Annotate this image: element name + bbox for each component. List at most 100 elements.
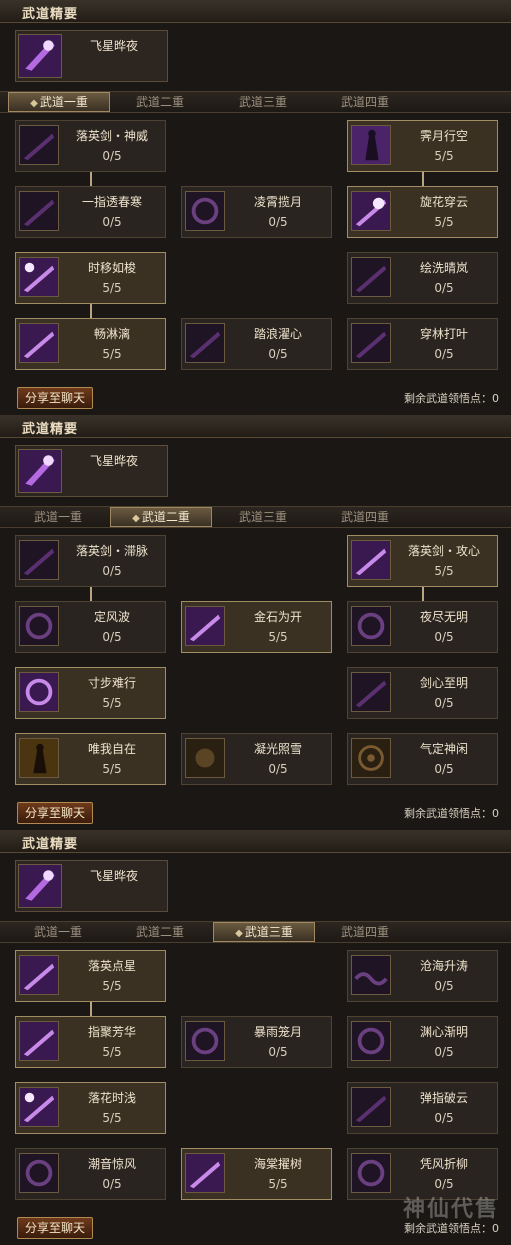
tab-wudao-3[interactable]: ◆ 武道三重 (213, 922, 315, 942)
skill-card[interactable]: 落英点星 5/5 (15, 950, 166, 1002)
tab-wudao-1[interactable]: 武道一重 (8, 508, 108, 526)
skill-connector (90, 586, 92, 601)
glow-icon (185, 738, 225, 778)
night-star-icon (18, 449, 62, 493)
tab-bar: ◆ 武道一重 武道二重 武道三重 武道四重 (0, 91, 511, 113)
swirl-icon (19, 1153, 59, 1193)
figure-silhouette-icon (351, 125, 391, 165)
swirl-icon (19, 672, 59, 712)
skill-card[interactable]: 旋花穿云 5/5 (347, 186, 498, 238)
share-to-chat-button[interactable]: 分享至聊天 (17, 802, 93, 824)
sword-slash-icon (185, 1153, 225, 1193)
skill-card[interactable]: 海棠擢树 5/5 (181, 1148, 332, 1200)
sword-slash-icon (351, 323, 391, 363)
section-title: 武道精要 (22, 7, 79, 22)
wudao-panel-1: 武道精要 飞星晔夜 ◆ 武道一重 武道二重 武道三重 武道四重 落英剑・神威 0/5… (0, 0, 511, 415)
jingyao-name: 飞星晔夜 (89, 869, 138, 883)
jingyao-skill[interactable]: 飞星晔夜 (15, 30, 168, 82)
skill-card[interactable]: 金石为开 5/5 (181, 601, 332, 653)
tab-bar: 武道一重 ◆ 武道二重 武道三重 武道四重 (0, 506, 511, 528)
sword-slash-icon (351, 540, 391, 580)
skill-card[interactable]: 剑心至明 0/5 (347, 667, 498, 719)
skill-connector (90, 303, 92, 318)
skill-card[interactable]: 气定神闲 0/5 (347, 733, 498, 785)
skill-card[interactable]: 定风波 0/5 (15, 601, 166, 653)
moon-slash-icon (19, 257, 59, 297)
skill-card[interactable]: 穿林打叶 0/5 (347, 318, 498, 370)
flower-burst-icon (351, 191, 391, 231)
sword-slash-icon (351, 672, 391, 712)
section-header: 武道精要 (0, 830, 511, 853)
skill-card[interactable]: 暴雨笼月 0/5 (181, 1016, 332, 1068)
figure-silhouette-icon (19, 738, 59, 778)
swirl-icon (351, 1153, 391, 1193)
tab-wudao-4[interactable]: 武道四重 (315, 508, 415, 526)
skill-card[interactable]: 落英剑・神威 0/5 (15, 120, 166, 172)
skill-card[interactable]: 踏浪濯心 0/5 (181, 318, 332, 370)
section-header: 武道精要 (0, 0, 511, 23)
skill-card[interactable]: 潮音惊风 0/5 (15, 1148, 166, 1200)
sword-slash-icon (185, 606, 225, 646)
skill-card[interactable]: 夜尽无明 0/5 (347, 601, 498, 653)
share-to-chat-button[interactable]: 分享至聊天 (17, 387, 93, 409)
jingyao-name: 飞星晔夜 (89, 39, 138, 53)
share-to-chat-button[interactable]: 分享至聊天 (17, 1217, 93, 1239)
skill-card[interactable]: 落花时浅 5/5 (15, 1082, 166, 1134)
skill-card[interactable]: 时移如梭 5/5 (15, 252, 166, 304)
night-star-icon (18, 34, 62, 78)
skill-card[interactable]: 沧海升涛 0/5 (347, 950, 498, 1002)
tab-wudao-1[interactable]: 武道一重 (8, 923, 108, 941)
skill-card[interactable]: 落英剑・攻心 5/5 (347, 535, 498, 587)
skill-card[interactable]: 一指透春寒 0/5 (15, 186, 166, 238)
skill-connector (422, 171, 424, 186)
skill-card[interactable]: 指聚芳华 5/5 (15, 1016, 166, 1068)
swirl-icon (19, 606, 59, 646)
jingyao-name: 飞星晔夜 (89, 454, 138, 468)
tab-wudao-4[interactable]: 武道四重 (315, 923, 415, 941)
skill-card[interactable]: 弹指破云 0/5 (347, 1082, 498, 1134)
tab-wudao-4[interactable]: 武道四重 (315, 93, 415, 111)
night-star-icon (18, 864, 62, 908)
swirl-icon (185, 1021, 225, 1061)
moon-slash-icon (19, 1087, 59, 1127)
skill-connector (90, 171, 92, 186)
tab-wudao-2[interactable]: 武道二重 (110, 923, 210, 941)
sword-slash-icon (19, 323, 59, 363)
sword-slash-icon (19, 955, 59, 995)
jingyao-skill[interactable]: 飞星晔夜 (15, 445, 168, 497)
wave-icon (351, 955, 391, 995)
jingyao-skill[interactable]: 飞星晔夜 (15, 860, 168, 912)
tab-wudao-3[interactable]: 武道三重 (213, 508, 313, 526)
moon-slash-icon (351, 257, 391, 297)
watermark: 神仙代售 (402, 1197, 499, 1222)
skill-card[interactable]: 绘洗晴岚 0/5 (347, 252, 498, 304)
skill-card[interactable]: 畅淋漓 5/5 (15, 318, 166, 370)
section-header: 武道精要 (0, 415, 511, 438)
skill-card[interactable]: 落英剑・滞脉 0/5 (15, 535, 166, 587)
swirl-icon (351, 606, 391, 646)
skill-card[interactable]: 霁月行空 5/5 (347, 120, 498, 172)
sword-slash-icon (185, 323, 225, 363)
remaining-points: 剩余武道领悟点：0 (404, 807, 499, 820)
sword-slash-icon (19, 540, 59, 580)
swirl-icon (185, 191, 225, 231)
sword-slash-icon (19, 191, 59, 231)
section-title: 武道精要 (22, 422, 79, 437)
tab-bar: 武道一重 武道二重 ◆ 武道三重 武道四重 (0, 921, 511, 943)
tab-wudao-1[interactable]: ◆ 武道一重 (8, 92, 110, 112)
tab-wudao-3[interactable]: 武道三重 (213, 93, 313, 111)
section-title: 武道精要 (22, 837, 79, 852)
wudao-panel-2: 武道精要 飞星晔夜 武道一重 ◆ 武道二重 武道三重 武道四重 落英剑・滞脉 0/5… (0, 415, 511, 830)
remaining-points: 剩余武道领悟点：0 (404, 392, 499, 405)
sword-slash-icon (351, 1087, 391, 1127)
tab-wudao-2[interactable]: 武道二重 (110, 93, 210, 111)
sword-slash-icon (19, 125, 59, 165)
wudao-panel-3: 武道精要 飞星晔夜 武道一重 武道二重 ◆ 武道三重 武道四重 落英点星 5/5 沧… (0, 830, 511, 1245)
tab-wudao-2[interactable]: ◆ 武道二重 (110, 507, 212, 527)
skill-card[interactable]: 唯我自在 5/5 (15, 733, 166, 785)
meditation-icon (351, 738, 391, 778)
skill-card[interactable]: 凌霄揽月 0/5 (181, 186, 332, 238)
skill-card[interactable]: 渊心渐明 0/5 (347, 1016, 498, 1068)
skill-card[interactable]: 寸步难行 5/5 (15, 667, 166, 719)
skill-card[interactable]: 凝光照雪 0/5 (181, 733, 332, 785)
